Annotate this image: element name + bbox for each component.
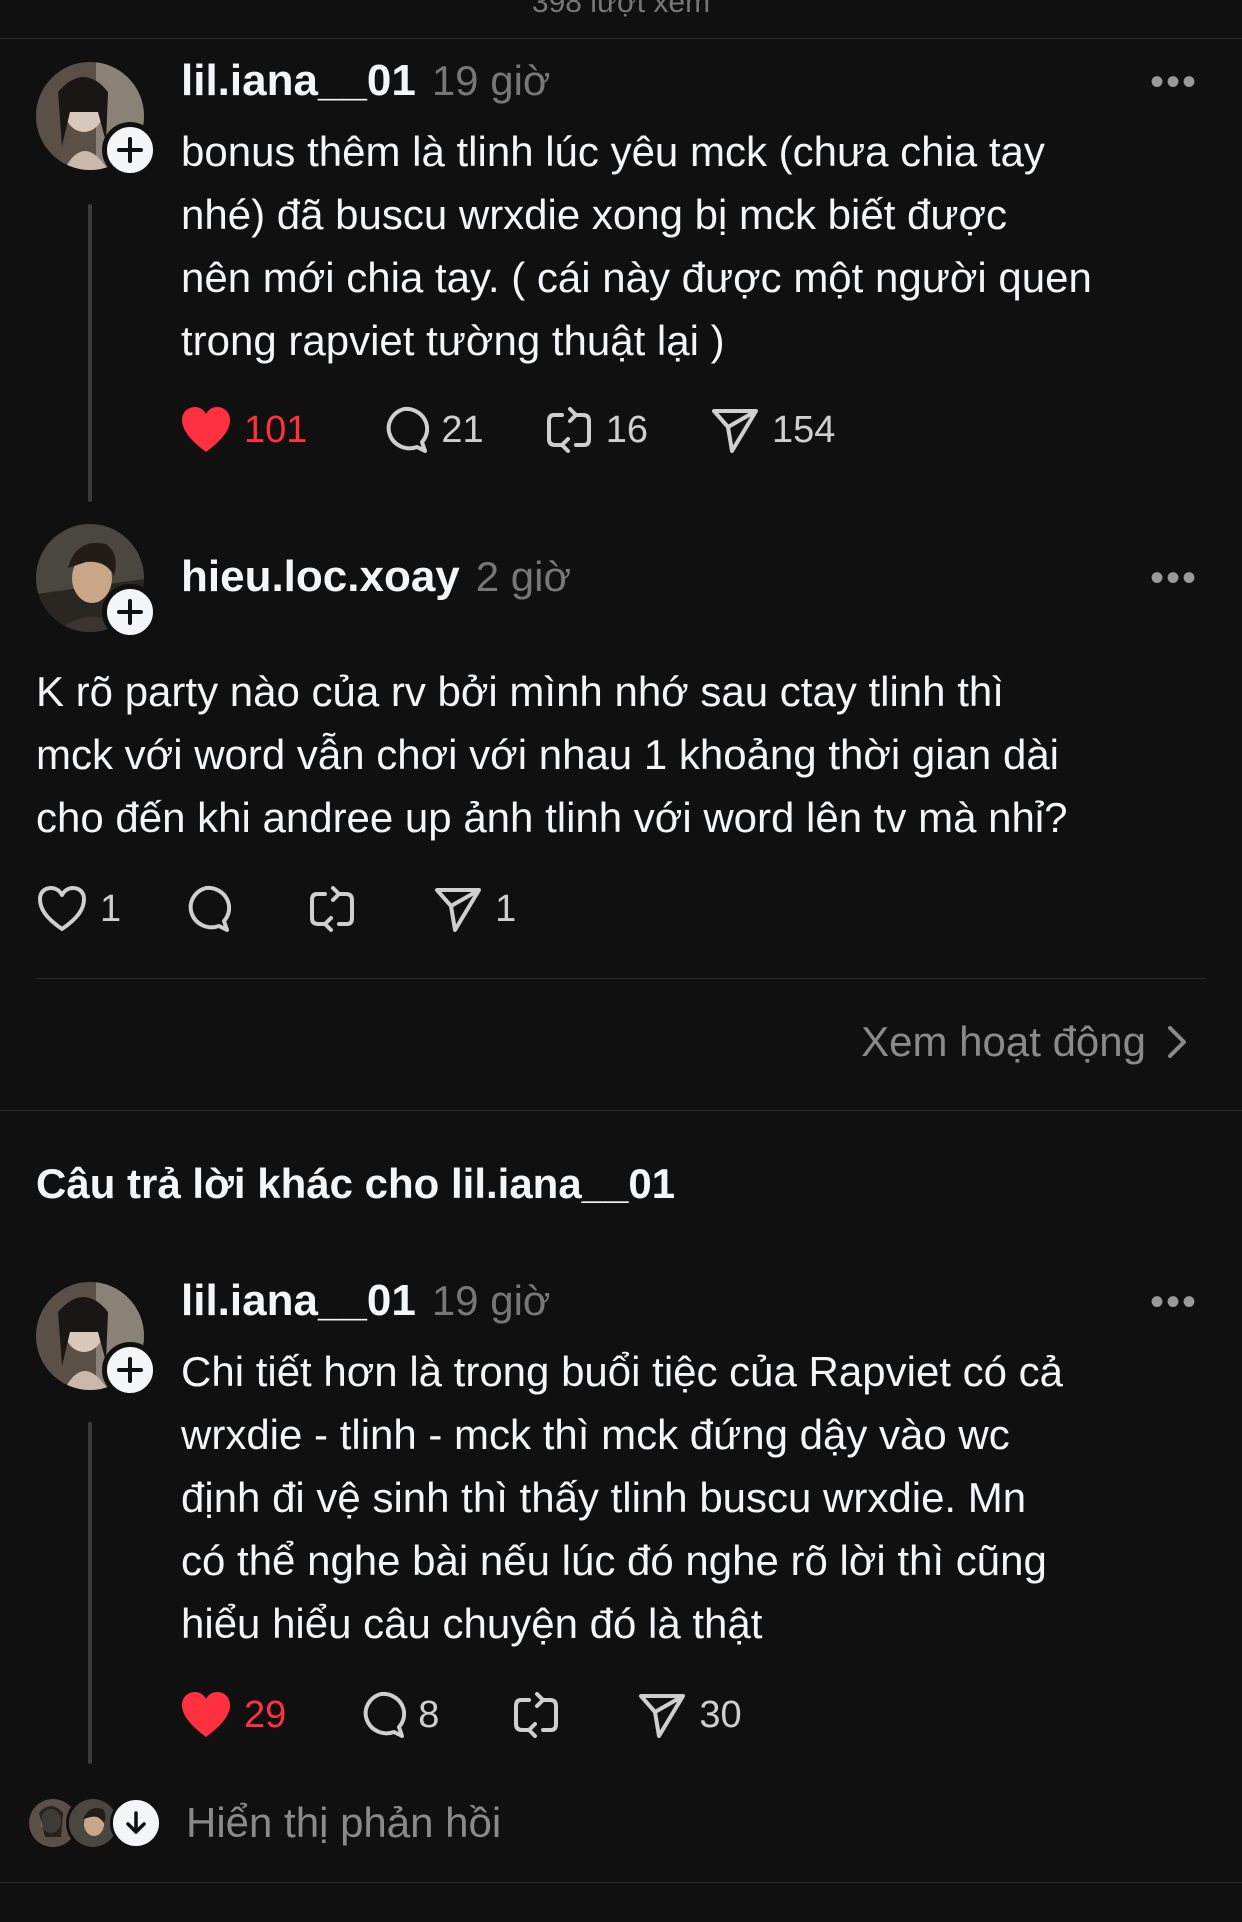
post-username[interactable]: lil.iana__01 — [181, 56, 416, 106]
post-text-line: nhé) đã buscu wrxdie xong bị mck biết đư… — [181, 191, 1008, 238]
bottom-divider — [0, 1882, 1242, 1883]
like-button[interactable]: 101 — [180, 406, 307, 454]
divider — [36, 978, 1206, 979]
post-text-line: nên mới chia tay. ( cái này được một ngư… — [181, 254, 1092, 301]
more-icon[interactable]: ••• — [1150, 558, 1198, 598]
see-activity-label: Xem hoạt động — [861, 1018, 1146, 1065]
repost-button[interactable] — [511, 1690, 561, 1740]
post-username[interactable]: lil.iana__01 — [181, 1276, 416, 1326]
heart-icon — [38, 886, 86, 931]
repost-icon — [546, 407, 591, 453]
section-divider — [0, 1110, 1242, 1111]
post-text-line: Chi tiết hơn là trong buổi tiệc của Rapv… — [181, 1348, 1064, 1395]
post-actions: 101 21 16 154 — [180, 405, 835, 455]
post-text-line: bonus thêm là tlinh lúc yêu mck (chưa ch… — [181, 128, 1045, 175]
post-text-line: định đi vệ sinh thì thấy tlinh buscu wrx… — [181, 1474, 1027, 1521]
thread-line — [88, 1422, 92, 1764]
more-icon[interactable]: ••• — [1150, 62, 1198, 102]
arrow-down-icon — [110, 1797, 162, 1849]
show-replies-row[interactable]: Hiển thị phản hồi — [26, 1796, 501, 1850]
like-count: 29 — [244, 1693, 287, 1736]
show-replies-label: Hiển thị phản hồi — [186, 1799, 502, 1846]
post-time: 19 giờ — [431, 1277, 551, 1324]
repost-icon — [514, 1692, 559, 1738]
comment-icon — [363, 1691, 407, 1738]
post-text: Chi tiết hơn là trong buổi tiệc của Rapv… — [181, 1340, 1221, 1655]
share-button[interactable]: 1 — [433, 884, 516, 934]
chevron-right-icon — [1168, 1026, 1186, 1058]
like-count: 101 — [244, 408, 308, 451]
share-icon — [435, 888, 482, 932]
heart-icon — [182, 407, 230, 452]
post-text-line: K rõ party nào của rv bởi mình nhớ sau c… — [36, 668, 1004, 715]
post-text: bonus thêm là tlinh lúc yêu mck (chưa ch… — [181, 120, 1211, 372]
post-text-line: mck với word vẫn chơi với nhau 1 khoảng … — [36, 731, 1060, 778]
like-button[interactable]: 29 — [180, 1691, 286, 1739]
post-text-line: có thể nghe bài nếu lúc đó nghe rõ lời t… — [181, 1537, 1047, 1584]
comment-count: 21 — [441, 408, 484, 451]
repost-button[interactable]: 16 — [544, 405, 648, 455]
comment-count: 8 — [418, 1693, 440, 1736]
heart-icon — [182, 1692, 230, 1737]
comment-button[interactable]: 8 — [356, 1690, 439, 1740]
thread-line — [88, 204, 92, 502]
share-count: 1 — [495, 887, 517, 930]
share-icon — [711, 409, 758, 453]
repost-icon — [310, 886, 355, 932]
like-button[interactable]: 1 — [36, 885, 121, 933]
share-count: 154 — [771, 408, 836, 451]
post-time: 19 giờ — [431, 57, 551, 104]
post-text: K rõ party nào của rv bởi mình nhớ sau c… — [36, 660, 1226, 849]
post-text-line: hiểu hiểu câu chuyện đó là thật — [181, 1600, 763, 1647]
see-activity-link[interactable]: Xem hoạt động — [861, 1018, 1192, 1066]
post-text-line: cho đến khi andree up ảnh tlinh với word… — [36, 794, 1068, 841]
follow-plus-icon[interactable] — [102, 1342, 158, 1398]
more-icon[interactable]: ••• — [1150, 1282, 1198, 1322]
comment-icon — [188, 885, 232, 932]
follow-plus-icon[interactable] — [102, 122, 158, 178]
post-time: 2 giờ — [475, 553, 572, 600]
view-count: 398 lượt xem — [531, 0, 711, 19]
repost-count: 16 — [605, 408, 648, 451]
comment-button[interactable]: 21 — [379, 405, 484, 455]
post-username[interactable]: hieu.loc.xoay — [181, 552, 460, 602]
repost-button[interactable] — [307, 884, 357, 934]
share-icon — [639, 1694, 686, 1738]
like-count: 1 — [100, 887, 122, 930]
post-actions: 1 1 — [36, 884, 516, 934]
post-actions: 29 8 30 — [180, 1690, 742, 1740]
share-button[interactable]: 30 — [637, 1690, 742, 1740]
follow-plus-icon[interactable] — [102, 584, 158, 640]
post-text-line: trong rapviet tường thuật lại ) — [181, 317, 725, 364]
other-replies-title: Câu trả lời khác cho lil.iana__01 — [36, 1160, 676, 1207]
comment-icon — [387, 406, 430, 453]
share-button[interactable]: 154 — [710, 405, 835, 455]
share-count: 30 — [699, 1693, 742, 1736]
post-text-line: wrxdie - tlinh - mck thì mck đứng dậy và… — [181, 1411, 1010, 1458]
top-divider — [0, 38, 1242, 39]
comment-button[interactable] — [181, 884, 232, 934]
